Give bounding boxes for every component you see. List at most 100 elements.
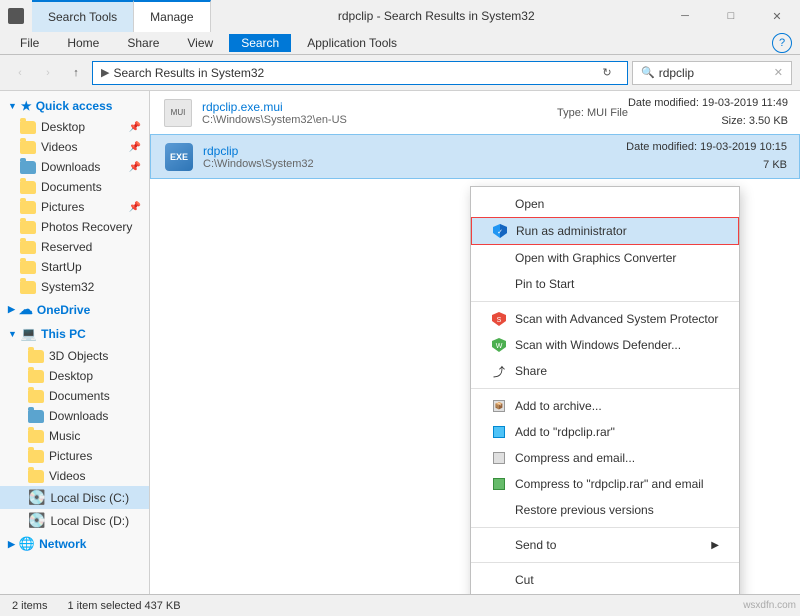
ribbon-tab-share[interactable]: Share	[115, 34, 171, 52]
ribbon-tab-view[interactable]: View	[175, 34, 225, 52]
ctx-item-restore-prev[interactable]: Restore previous versions	[471, 497, 739, 523]
ribbon-tab-apptools[interactable]: Application Tools	[295, 34, 409, 52]
sidebar-section-quick-access[interactable]: ▼ ★ Quick access	[0, 95, 149, 117]
help-button[interactable]: ?	[772, 33, 792, 53]
forward-button[interactable]: ›	[36, 61, 60, 85]
sidebar: ▼ ★ Quick access Desktop 📌 Videos 📌 Down…	[0, 91, 150, 594]
ribbon-tab-search[interactable]: Search	[229, 34, 291, 52]
sidebar-item-pictures-quick[interactable]: Pictures 📌	[0, 197, 149, 217]
ctx-item-run-as-admin[interactable]: ✓ Run as administrator	[471, 217, 739, 245]
minimize-button[interactable]: ─	[662, 0, 708, 32]
ctx-item-compress-email[interactable]: Compress and email...	[471, 445, 739, 471]
sidebar-item-label: Downloads	[49, 409, 108, 423]
drive-icon: 💽	[28, 489, 45, 506]
ctx-item-send-to[interactable]: Send to ▶	[471, 532, 739, 558]
file-meta: Date modified: 19-03-2019 10:15 7 KB	[626, 139, 787, 174]
file-info: rdpclip C:\Windows\System32	[203, 144, 606, 170]
sidebar-item-documents-quick[interactable]: Documents	[0, 177, 149, 197]
sidebar-item-downloads-quick[interactable]: Downloads 📌	[0, 157, 149, 177]
sidebar-item-documents-pc[interactable]: Documents	[0, 386, 149, 406]
exe-icon-text: EXE	[170, 152, 188, 162]
sidebar-item-pictures-pc[interactable]: Pictures	[0, 446, 149, 466]
ctx-label: Send to	[515, 538, 703, 552]
folder-icon	[28, 370, 44, 383]
folder-blue-icon	[20, 161, 36, 174]
folder-icon	[28, 350, 44, 363]
pin-icon: 📌	[129, 122, 141, 133]
sidebar-item-videos-pc[interactable]: Videos	[0, 466, 149, 486]
up-button[interactable]: ↑	[64, 61, 88, 85]
ctx-label: Compress to "rdpclip.rar" and email	[515, 477, 719, 491]
ribbon-tab-file[interactable]: File	[8, 34, 51, 52]
ctx-label: Restore previous versions	[515, 503, 719, 517]
title-bar: Search Tools Manage rdpclip - Search Res…	[0, 0, 800, 32]
ctx-item-open-graphics[interactable]: Open with Graphics Converter	[471, 245, 739, 271]
chevron-down-icon: ▼	[8, 329, 17, 339]
back-button[interactable]: ‹	[8, 61, 32, 85]
ctx-item-add-rdpclip-rar[interactable]: Add to "rdpclip.rar"	[471, 419, 739, 445]
date-modified: Date modified: 19-03-2019 10:15	[626, 139, 787, 157]
sidebar-section-network[interactable]: ▶ 🌐 Network	[0, 532, 149, 556]
ctx-item-open[interactable]: Open	[471, 191, 739, 217]
ctx-label: Open with Graphics Converter	[515, 251, 719, 265]
ribbon-tab-home[interactable]: Home	[55, 34, 111, 52]
sendto-icon	[491, 537, 507, 553]
pin-icon	[491, 276, 507, 292]
file-item-rdpclip-exe-mui[interactable]: MUI rdpclip.exe.mui C:\Windows\System32\…	[150, 91, 800, 134]
close-button[interactable]: ✕	[754, 0, 800, 32]
sidebar-item-label: Pictures	[49, 449, 92, 463]
ctx-item-compress-rar-email[interactable]: Compress to "rdpclip.rar" and email	[471, 471, 739, 497]
sidebar-item-3d-objects[interactable]: 3D Objects	[0, 346, 149, 366]
window-icon	[8, 8, 24, 24]
ctx-label: Scan with Advanced System Protector	[515, 312, 719, 326]
sidebar-item-photos-recovery[interactable]: Photos Recovery	[0, 217, 149, 237]
sidebar-this-pc-label: This PC	[41, 327, 86, 341]
file-item-rdpclip[interactable]: EXE rdpclip C:\Windows\System32 Date mod…	[150, 134, 800, 179]
file-meta: Date modified: 19-03-2019 11:49 Size: 3.…	[628, 95, 788, 130]
sidebar-item-desktop-pc[interactable]: Desktop	[0, 366, 149, 386]
ctx-item-pin-start[interactable]: Pin to Start	[471, 271, 739, 297]
star-icon: ★	[21, 99, 32, 113]
status-bar: 2 items 1 item selected 437 KB	[0, 594, 800, 616]
clear-search-button[interactable]: ✕	[774, 66, 783, 79]
address-bar: ‹ › ↑ ▶ Search Results in System32 ↻ 🔍 r…	[0, 55, 800, 91]
sidebar-item-label: StartUp	[41, 260, 82, 274]
ctx-item-cut[interactable]: Cut	[471, 567, 739, 593]
sidebar-item-videos-quick[interactable]: Videos 📌	[0, 137, 149, 157]
file-path: C:\Windows\System32	[203, 158, 606, 170]
file-icon: MUI	[164, 99, 192, 127]
tab-manage[interactable]: Manage	[134, 0, 210, 32]
sidebar-item-system32[interactable]: System32	[0, 277, 149, 297]
submenu-arrow-icon: ▶	[711, 540, 719, 551]
ctx-item-share[interactable]: ⤴ Share	[471, 358, 739, 384]
sidebar-item-label: Documents	[49, 389, 110, 403]
file-thumbnail: EXE	[163, 141, 195, 173]
file-icon: EXE	[165, 143, 193, 171]
ctx-item-copy[interactable]: Copy	[471, 593, 739, 594]
sidebar-item-music-pc[interactable]: Music	[0, 426, 149, 446]
sidebar-item-label: 3D Objects	[49, 349, 108, 363]
file-name: rdpclip	[203, 144, 606, 158]
sidebar-item-reserved[interactable]: Reserved	[0, 237, 149, 257]
sidebar-item-startup[interactable]: StartUp	[0, 257, 149, 277]
sidebar-item-desktop-quick[interactable]: Desktop 📌	[0, 117, 149, 137]
sidebar-item-label: Videos	[49, 469, 85, 483]
sidebar-quick-access-label: Quick access	[36, 99, 113, 113]
refresh-button[interactable]: ↻	[595, 61, 619, 85]
sidebar-item-local-disc-d[interactable]: 💽 Local Disc (D:)	[0, 509, 149, 532]
svg-text:S: S	[497, 317, 502, 324]
share-icon: ⤴	[491, 363, 507, 379]
sidebar-section-this-pc[interactable]: ▼ 💻 This PC	[0, 322, 149, 346]
sidebar-item-local-disc-c[interactable]: 💽 Local Disc (C:)	[0, 486, 149, 509]
ctx-item-scan-defender[interactable]: W Scan with Windows Defender...	[471, 332, 739, 358]
ctx-item-scan-advanced[interactable]: S Scan with Advanced System Protector	[471, 306, 739, 332]
sidebar-item-label: Desktop	[49, 369, 93, 383]
sidebar-section-onedrive[interactable]: ▶ ☁ OneDrive	[0, 297, 149, 322]
sidebar-item-downloads-pc[interactable]: Downloads	[0, 406, 149, 426]
maximize-button[interactable]: □	[708, 0, 754, 32]
ribbon-tabs: File Home Share View Search Application …	[0, 32, 800, 54]
ctx-item-add-archive[interactable]: 📦 Add to archive...	[471, 393, 739, 419]
folder-icon	[28, 450, 44, 463]
tab-search-tools[interactable]: Search Tools	[32, 0, 134, 32]
folder-blue-icon	[28, 410, 44, 423]
